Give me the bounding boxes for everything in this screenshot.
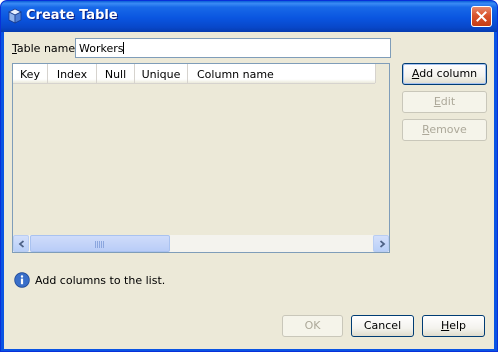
ok-button[interactable]: OK xyxy=(282,315,343,337)
table-name-input[interactable]: Workers xyxy=(75,38,391,58)
close-button[interactable] xyxy=(471,6,492,27)
horizontal-scrollbar[interactable] xyxy=(13,235,389,252)
close-icon xyxy=(476,11,487,22)
scroll-grip xyxy=(95,241,105,248)
text-caret xyxy=(123,42,125,54)
arrow-right-icon xyxy=(379,240,386,248)
scroll-right-button[interactable] xyxy=(373,235,389,252)
create-table-dialog: Create Table Table name: Workers Key Ind… xyxy=(0,0,498,352)
info-message: Add columns to the list. xyxy=(35,274,166,287)
help-button[interactable]: Help xyxy=(422,315,485,337)
title-bar[interactable]: Create Table xyxy=(1,1,497,32)
table-name-label: Table name: xyxy=(12,42,79,55)
dialog-body: Table name: Workers Key Index Null Uniqu… xyxy=(4,32,494,349)
table-header: Key Index Null Unique Column name xyxy=(13,64,375,84)
scroll-corner xyxy=(375,64,389,83)
database-cube-icon xyxy=(8,8,22,24)
column-header-index[interactable]: Index xyxy=(48,64,97,83)
column-header-key[interactable]: Key xyxy=(13,64,48,83)
scroll-thumb[interactable] xyxy=(30,235,170,252)
window-title: Create Table xyxy=(26,8,118,23)
cancel-button[interactable]: Cancel xyxy=(351,315,414,337)
column-header-column-name[interactable]: Column name xyxy=(188,64,375,83)
column-header-null[interactable]: Null xyxy=(97,64,135,83)
add-column-button[interactable]: Add column xyxy=(402,63,487,85)
info-icon xyxy=(14,272,30,288)
arrow-left-icon xyxy=(18,240,25,248)
scroll-left-button[interactable] xyxy=(13,235,29,252)
edit-button[interactable]: Edit xyxy=(402,91,487,113)
column-header-unique[interactable]: Unique xyxy=(135,64,188,83)
columns-table[interactable]: Key Index Null Unique Column name xyxy=(12,63,390,253)
remove-button[interactable]: Remove xyxy=(402,119,487,141)
